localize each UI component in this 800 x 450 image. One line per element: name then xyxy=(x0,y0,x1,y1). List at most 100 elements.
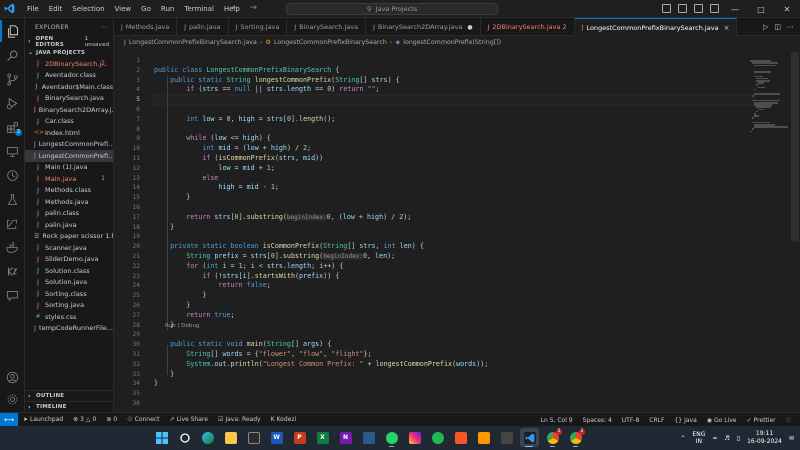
onenote-app[interactable]: N xyxy=(336,428,355,447)
code-line[interactable]: String prefix = strs[0].substring(beginI… xyxy=(154,252,754,262)
spotify-app[interactable] xyxy=(428,428,447,447)
code-line[interactable]: return strs[0].substring(beginIndex:0, (… xyxy=(154,213,754,223)
cursor-position-item[interactable]: Ln 5, Col 9 xyxy=(536,417,578,424)
code-editor[interactable]: 1 2 3 4 5 6 7 8 9 10 11 12 13 14 15 16 17 18 19 20 21 22 23 24 2… xyxy=(114,48,800,412)
chat-activity[interactable] xyxy=(0,284,25,306)
customize-layout-icon[interactable] xyxy=(710,4,719,13)
manage-activity[interactable] xyxy=(0,388,25,410)
brave-app[interactable] xyxy=(451,428,470,447)
code-line[interactable]: } xyxy=(154,379,754,389)
menu-file[interactable]: File xyxy=(22,5,44,13)
menu-selection[interactable]: Selection xyxy=(67,5,109,13)
vscode-app[interactable] xyxy=(520,428,539,447)
file-tree-item[interactable]: J 2DBinarySearch.j... 2 xyxy=(25,58,113,70)
powerpoint-app[interactable]: P xyxy=(290,428,309,447)
close-tab-icon[interactable]: × xyxy=(724,24,730,32)
code-line[interactable]: while (low <= high) { xyxy=(154,134,754,144)
code-line[interactable]: String[] words = {"flower", "flow", "fli… xyxy=(154,350,754,360)
toggle-primary-sidebar-icon[interactable] xyxy=(662,4,671,13)
language-mode-item[interactable]: {} Java xyxy=(669,417,701,424)
code-line[interactable]: low = mid + 1; xyxy=(154,164,754,174)
editor-tab[interactable]: J BinarySearch2DArray.java ● xyxy=(366,18,481,36)
code-line[interactable]: return false; xyxy=(154,281,754,291)
code-line[interactable]: public static void main(String[] args) { xyxy=(154,340,754,350)
code-line[interactable]: } xyxy=(154,321,754,331)
problems-item[interactable]: ⊗ 3 △ 0 xyxy=(68,416,101,423)
code-line[interactable]: if (!strs[i].startsWith(prefix)) { xyxy=(154,272,754,282)
ports-item[interactable]: ⊛ 0 xyxy=(101,416,122,423)
wifi-icon[interactable]: ≈ xyxy=(712,435,717,442)
file-tree-item[interactable]: J Aventador.class xyxy=(25,70,113,82)
code-line[interactable]: } xyxy=(154,193,754,203)
java-projects-section[interactable]: ⌄ JAVA PROJECTS xyxy=(25,47,113,58)
more-actions-icon[interactable]: ⋯ xyxy=(787,23,794,31)
file-tree-item[interactable]: J LongestCommonPrefi... xyxy=(25,139,113,151)
code-line[interactable]: public static String longestCommonPrefix… xyxy=(154,76,754,86)
forward-arrow-icon[interactable]: → xyxy=(250,3,258,13)
breadcrumb-method[interactable]: longestCommonPrefix(String[]) xyxy=(403,39,501,46)
clock[interactable]: 19:11 16-09-2024 xyxy=(747,430,782,446)
connect-item[interactable]: ☉ Connect xyxy=(122,416,164,423)
volume-icon[interactable]: ♬ xyxy=(724,435,729,442)
more-actions-icon[interactable]: ⋯ xyxy=(101,24,107,31)
menu-terminal[interactable]: Terminal xyxy=(179,5,219,13)
file-tree-item[interactable]: J SliderDemo.java xyxy=(25,254,113,266)
file-tree-item[interactable]: J Solution.class xyxy=(25,265,113,277)
file-tree-item[interactable]: JtempCodeRunnerFile... xyxy=(25,323,113,335)
run-debug-activity[interactable] xyxy=(0,92,25,114)
remote-indicator-icon[interactable]: ⟷ xyxy=(0,412,18,427)
menu-edit[interactable]: Edit xyxy=(44,5,68,13)
encoding-item[interactable]: UTF-8 xyxy=(617,417,645,424)
file-explorer-app[interactable] xyxy=(221,428,240,447)
split-editor-icon[interactable]: ◫ xyxy=(774,23,781,31)
docker-activity[interactable] xyxy=(0,236,25,258)
code-line[interactable]: private static boolean isCommonPrefix(St… xyxy=(154,242,754,252)
file-tree-item[interactable]: J LongestCommonPrefi... xyxy=(25,150,113,162)
code-line[interactable]: } xyxy=(154,301,754,311)
code-line[interactable] xyxy=(154,232,754,242)
file-tree-item[interactable]: J Aventador$Main.class xyxy=(25,81,114,93)
minimize-button[interactable]: — xyxy=(722,0,748,18)
code-line[interactable]: if (isCommonPrefix(strs, mid)) xyxy=(154,154,754,164)
editor-tab[interactable]: J Sorting.java xyxy=(229,18,288,36)
code-line[interactable] xyxy=(154,56,754,66)
file-tree-item[interactable]: J Car.class xyxy=(25,116,113,128)
launchpad-item[interactable]: ➤ Launchpad xyxy=(18,416,68,423)
file-tree-item[interactable]: Jpalin.java xyxy=(25,219,113,231)
file-tree-item[interactable]: # styles.css xyxy=(25,311,113,323)
file-tree-item[interactable]: J Main.java 1 xyxy=(25,173,113,185)
back-arrow-icon[interactable]: ← xyxy=(232,3,240,13)
minimap[interactable] xyxy=(750,48,788,412)
run-icon[interactable]: ▷ xyxy=(763,23,768,31)
file-tree-item[interactable]: J Scanner.java xyxy=(25,242,113,254)
live-share-activity[interactable] xyxy=(0,212,25,234)
whatsapp-app[interactable] xyxy=(382,428,401,447)
go-live-item[interactable]: ◉ Go Live xyxy=(702,417,742,424)
toggle-panel-icon[interactable] xyxy=(678,4,687,13)
file-tree-item[interactable]: J Sorting.java xyxy=(25,300,113,312)
unsaved-dot-icon[interactable]: ● xyxy=(467,24,472,31)
code-line[interactable]: high = mid - 1; xyxy=(154,183,754,193)
vertical-scrollbar[interactable] xyxy=(790,48,800,412)
live-share-item[interactable]: ↗ Live Share xyxy=(164,416,213,423)
search-taskbar-button[interactable] xyxy=(175,428,194,447)
code-line[interactable] xyxy=(154,125,754,135)
settings-app[interactable] xyxy=(497,428,516,447)
breadcrumb-file[interactable]: LongestCommonPrefixBinarySearch.java xyxy=(129,39,257,46)
code-line[interactable]: int mid = (low + high) / 2; xyxy=(154,144,754,154)
editor-tab[interactable]: J Methods.java xyxy=(114,18,178,36)
code-line[interactable]: } xyxy=(154,370,754,380)
kodezi-activity[interactable] xyxy=(0,260,25,282)
notifications-bell-icon[interactable]: ♡ xyxy=(781,417,796,424)
battery-icon[interactable]: ▯ xyxy=(737,435,740,442)
code-line[interactable]: public class LongestCommonPrefixBinarySe… xyxy=(154,66,754,76)
editor-tab[interactable]: Jpalin.java xyxy=(177,18,229,36)
kodezi-item[interactable]: K Kodezi xyxy=(266,416,302,423)
edge-app[interactable] xyxy=(198,428,217,447)
open-editors-section[interactable]: › OPEN EDITORS 1 unsaved xyxy=(25,36,113,48)
editor-tab[interactable]: J 2DBinarySearch.java 2 xyxy=(481,18,575,36)
excel-app[interactable]: X xyxy=(313,428,332,447)
code-line[interactable]: else xyxy=(154,174,754,184)
close-window-button[interactable]: ✕ xyxy=(774,0,800,18)
command-center-search[interactable]: ⚲ Java Projects xyxy=(286,3,498,15)
